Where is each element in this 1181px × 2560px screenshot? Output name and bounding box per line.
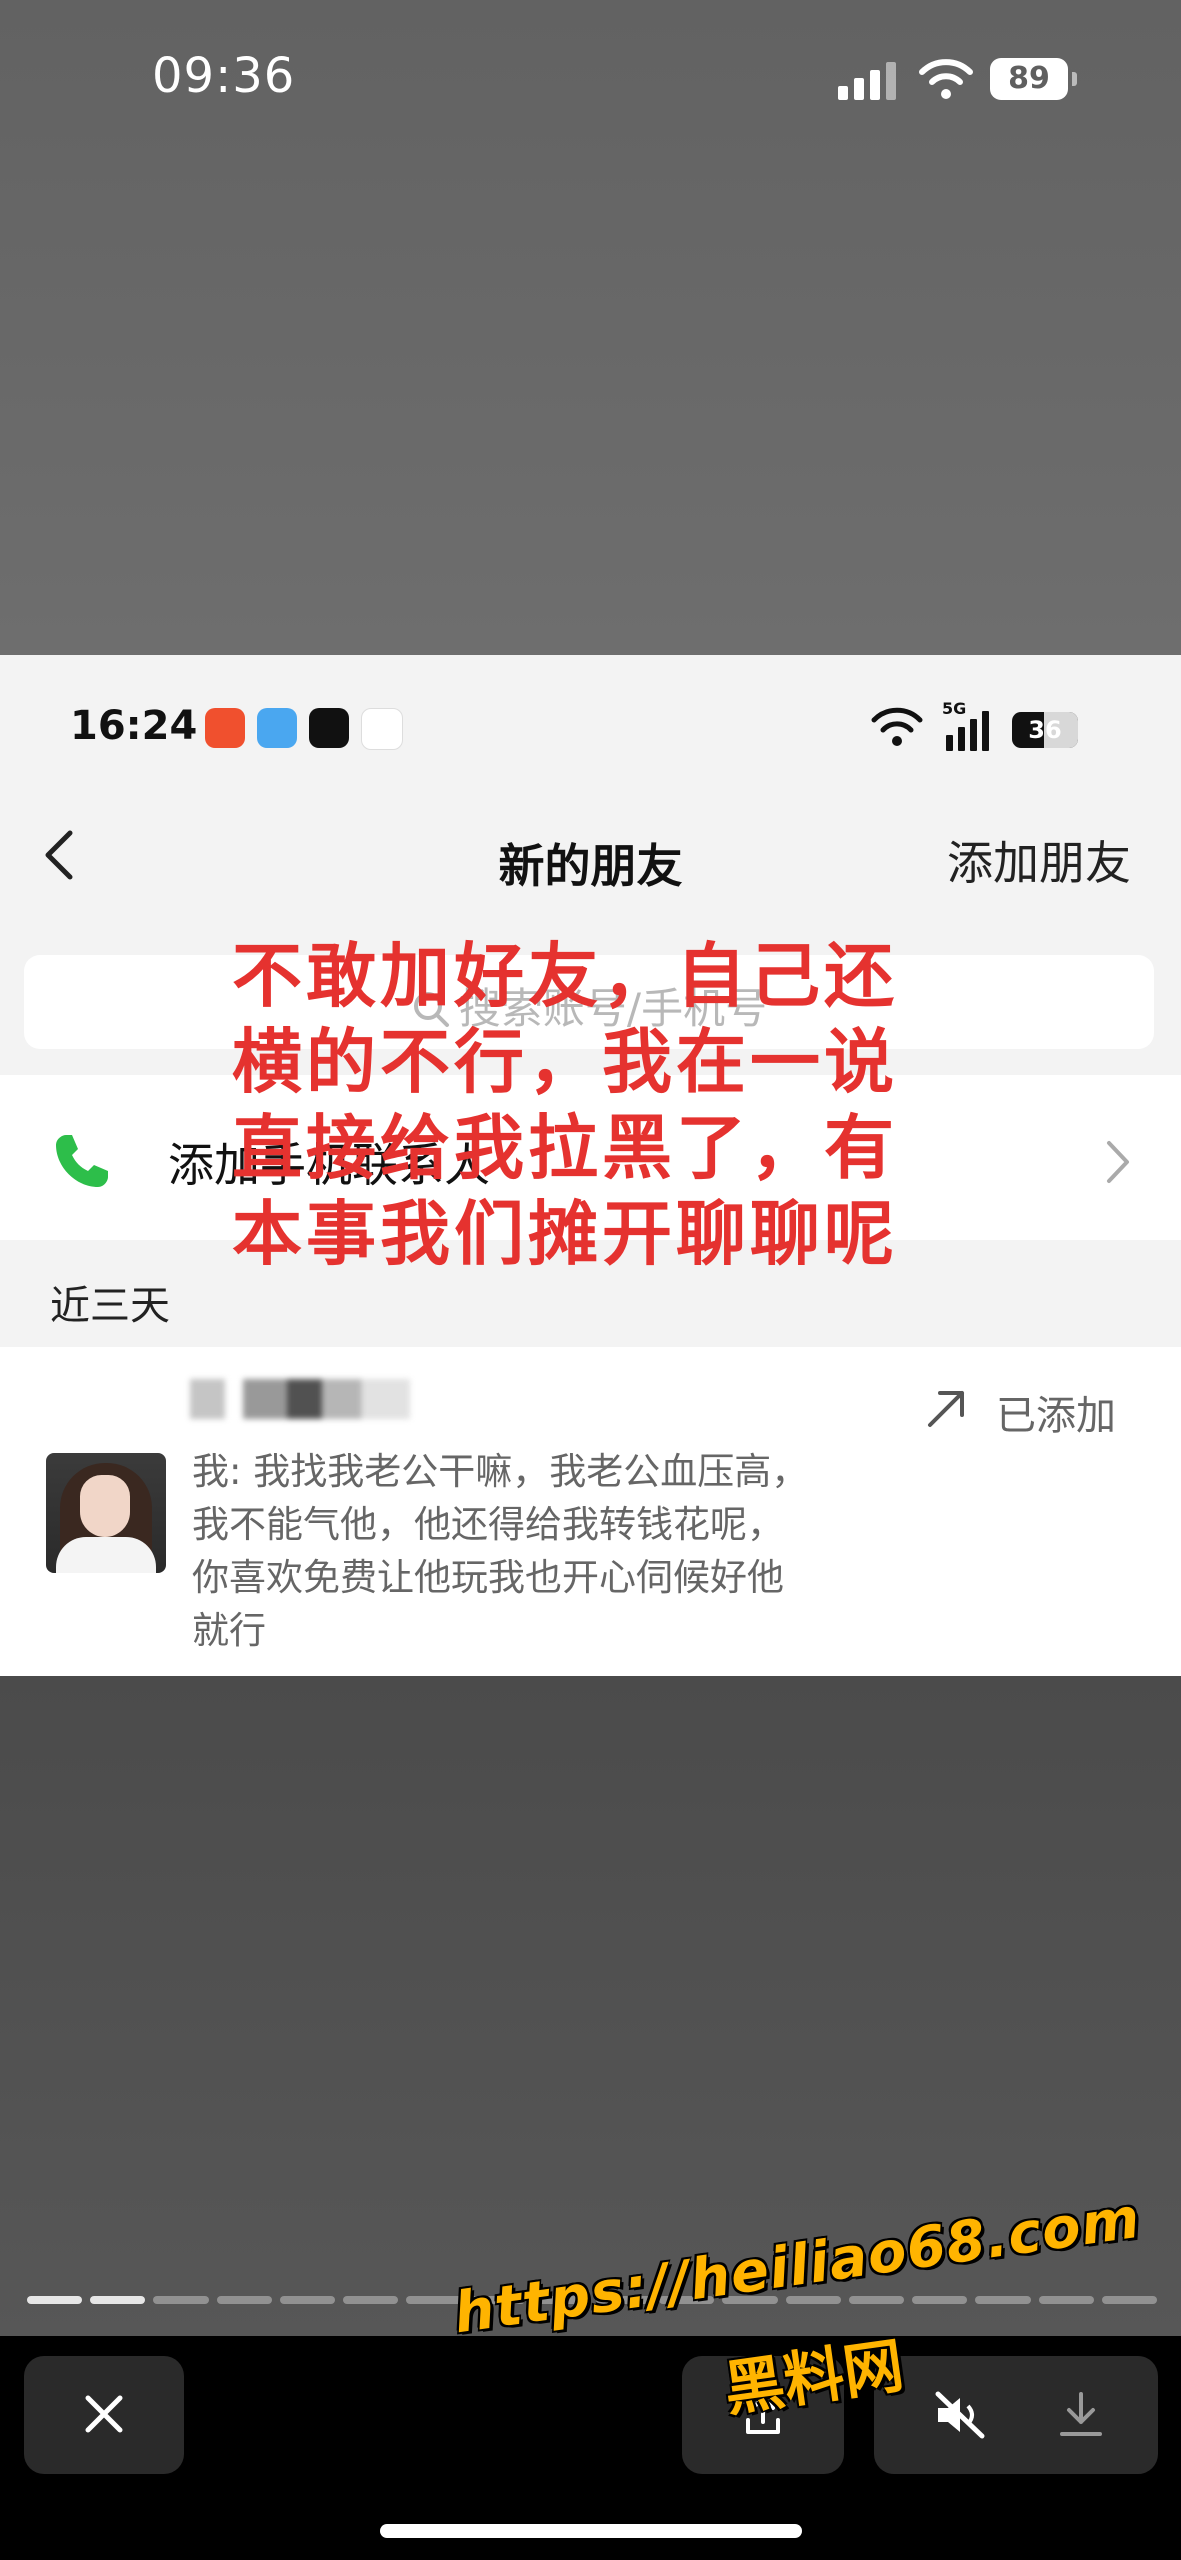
progress-segment (153, 2296, 209, 2304)
media-controls (874, 2356, 1158, 2474)
fire-app-icon (205, 708, 245, 748)
add-friend-button[interactable]: 添加朋友 (947, 827, 1131, 893)
progress-segment (912, 2296, 968, 2304)
caption-line: 横的不行，我在一说 (232, 1021, 898, 1103)
caption-line: 不敢加好友，自己还 (232, 935, 898, 1017)
embedded-wifi-icon (871, 707, 923, 746)
progress-segment (975, 2296, 1031, 2304)
caption-line: 直接给我拉黑了，有 (232, 1107, 898, 1189)
embedded-status-time: 16:24 (70, 703, 198, 749)
message-line: 你喜欢免费让他玩我也开心伺候好他 (192, 1556, 784, 1599)
progress-segment (1101, 2296, 1157, 2304)
caption-line: 本事我们摊开聊聊呢 (232, 1193, 898, 1275)
progress-segment (343, 2296, 399, 2304)
arrow-up-right-icon (928, 1391, 964, 1427)
close-icon (85, 2395, 123, 2433)
progress-segment (279, 2296, 336, 2304)
message-line: 我: 我找我老公干嘛，我老公血压高， (192, 1450, 809, 1493)
home-indicator (380, 2524, 802, 2538)
phone-icon (56, 1135, 108, 1187)
friend-request-item[interactable]: 已添加 我: 我找我老公干嘛，我老公血压高， 我不能气他，他还得给我转钱花呢， … (0, 1347, 1181, 1676)
progress-segment (848, 2296, 905, 2304)
status-time: 09:36 (152, 48, 296, 104)
progress-segment (216, 2296, 272, 2304)
redacted-name (190, 1379, 410, 1419)
tiktok-app-icon (309, 708, 349, 748)
progress-segment (1038, 2296, 1094, 2304)
added-status: 已添加 (996, 1393, 1116, 1439)
oppo-app-icon (361, 708, 403, 750)
avatar (46, 1453, 166, 1573)
overlay-caption: 不敢加好友，自己还 横的不行，我在一说 直接给我拉黑了，有 本事我们摊开聊聊呢 (232, 933, 912, 1277)
close-button[interactable] (24, 2356, 184, 2474)
cellular-signal-icon (838, 62, 898, 100)
wifi-icon (919, 59, 973, 99)
mute-icon[interactable] (932, 2390, 988, 2440)
weather-app-icon (257, 708, 297, 748)
progress-segment (27, 2296, 83, 2304)
embedded-battery-indicator: 36 (1012, 712, 1078, 748)
section-header-recent: 近三天 (50, 1283, 170, 1329)
download-icon[interactable] (1056, 2390, 1106, 2440)
message-line: 我不能气他，他还得给我转钱花呢， (192, 1503, 784, 1546)
friend-message: 我: 我找我老公干嘛，我老公血压高， 我不能气他，他还得给我转钱花呢， 你喜欢免… (192, 1445, 892, 1657)
embedded-5g-signal-icon: 5G (942, 699, 996, 751)
chevron-right-icon (1107, 1141, 1129, 1183)
battery-indicator: 89 (990, 58, 1077, 100)
message-line: 就行 (192, 1609, 266, 1652)
embedded-screenshot: 16:24 5G 36 新的朋友 添加朋友 搜索账号/手机号 添加手机联系人 近… (0, 655, 1181, 1676)
progress-segment (90, 2296, 146, 2304)
